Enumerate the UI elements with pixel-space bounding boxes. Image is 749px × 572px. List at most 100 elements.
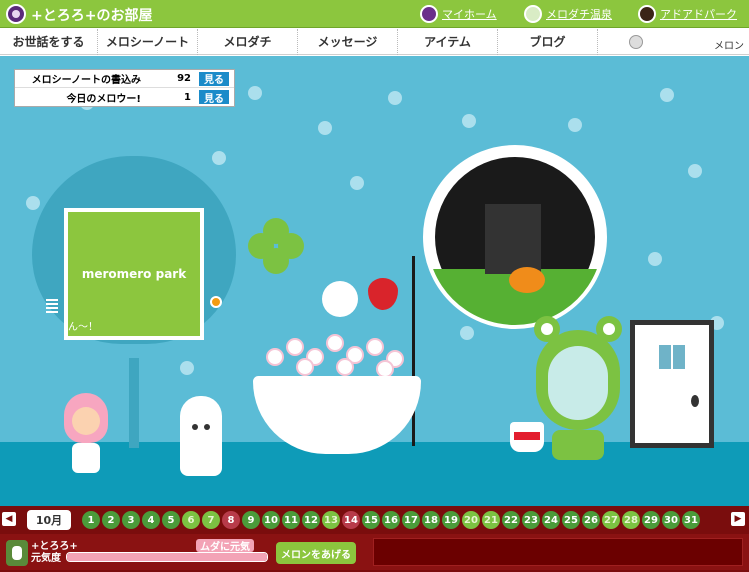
calendar-day[interactable]: 29 (642, 511, 660, 529)
nav-blog[interactable]: ブログ (498, 28, 598, 55)
calendar-day[interactable]: 9 (242, 511, 260, 529)
floor (0, 442, 749, 506)
haunted-house-window[interactable] (423, 145, 607, 329)
calendar-day[interactable]: 26 (582, 511, 600, 529)
tv-note-text: ん〜！ (68, 322, 98, 333)
melon-icon (629, 35, 643, 49)
wall-dot (660, 88, 674, 102)
my-home-link[interactable]: マイホーム (420, 3, 497, 25)
genki-label: 元気度 (31, 553, 61, 564)
wall-dot (180, 361, 194, 375)
nav-melosy-note[interactable]: メロシーノート (98, 28, 198, 55)
calendar-day[interactable]: 18 (422, 511, 440, 529)
room-scene[interactable]: メロシーノートの書込み 92 見る 今日のメロウー! 1 見る meromero… (0, 56, 749, 506)
calendar-day[interactable]: 10 (262, 511, 280, 529)
tv-stand (129, 358, 139, 448)
calendar-day[interactable]: 27 (602, 511, 620, 529)
prev-month-arrow-icon[interactable]: ◀ (2, 512, 16, 526)
strawberry-lamp-icon[interactable] (368, 278, 398, 310)
wall-dot (462, 114, 476, 128)
calendar-day[interactable]: 21 (482, 511, 500, 529)
tv-knob-icon (210, 296, 222, 308)
wall-dot (212, 151, 226, 165)
door-window (659, 345, 687, 369)
calendar-day[interactable]: 31 (682, 511, 700, 529)
ghost-character[interactable] (180, 396, 222, 476)
main-nav: お世話をする メロシーノート メロダチ メッセージ アイテム ブログ メロン (0, 28, 749, 55)
calendar-day[interactable]: 7 (202, 511, 220, 529)
calendar-day[interactable]: 22 (502, 511, 520, 529)
view-note-button[interactable]: 見る (199, 71, 229, 86)
page-title: +とろろ+のお部屋 (31, 8, 153, 24)
onsen-link[interactable]: メロダチ温泉 (524, 3, 612, 25)
haunted-house-icon (485, 204, 541, 274)
flower-icon (296, 358, 314, 376)
pet-character[interactable] (64, 393, 108, 483)
calendar-day[interactable]: 23 (522, 511, 540, 529)
wall-dot (350, 176, 364, 190)
clover-icon (248, 218, 304, 274)
wall-dot (26, 196, 40, 210)
flower-icon (286, 338, 304, 356)
stats-row-today: 今日のメロウー! 1 見る (15, 88, 234, 106)
nav-melodachi[interactable]: メロダチ (198, 28, 298, 55)
flower-icon (336, 358, 354, 376)
mirror-stand (552, 430, 604, 460)
calendar-day[interactable]: 8 (222, 511, 240, 529)
calendar-day[interactable]: 6 (182, 511, 200, 529)
clover-leaf (248, 233, 274, 259)
calendar-day[interactable]: 12 (302, 511, 320, 529)
message-display (373, 538, 743, 566)
bath-flowers (262, 318, 412, 380)
calendar-day[interactable]: 30 (662, 511, 680, 529)
stats-value: 1 (184, 91, 191, 103)
calendar-day[interactable]: 14 (342, 511, 360, 529)
nav-message[interactable]: メッセージ (298, 28, 398, 55)
calendar-day[interactable]: 11 (282, 511, 300, 529)
give-melon-button[interactable]: メロンをあげる (276, 542, 356, 564)
calendar-day[interactable]: 5 (162, 511, 180, 529)
calendar-day[interactable]: 17 (402, 511, 420, 529)
pet-face (72, 407, 100, 435)
snowman-icon[interactable] (322, 281, 358, 317)
lamp-pole (412, 256, 415, 446)
wall-dot (688, 164, 702, 178)
wall-dot (248, 86, 262, 100)
calendar-day[interactable]: 16 (382, 511, 400, 529)
genki-meter-fill (67, 553, 267, 561)
melon-count-label: メロン (714, 41, 744, 52)
calendar-day[interactable]: 3 (122, 511, 140, 529)
stats-label: 今日のメロウー! (66, 93, 141, 105)
calendar-day[interactable]: 1 (82, 511, 100, 529)
stats-row-note: メロシーノートの書込み 92 見る (15, 70, 234, 88)
next-month-arrow-icon[interactable]: ▶ (731, 512, 745, 526)
calendar-day[interactable]: 2 (102, 511, 120, 529)
calendar-day[interactable]: 13 (322, 511, 340, 529)
user-avatar-icon (6, 4, 26, 24)
flower-icon (266, 348, 284, 366)
room-door[interactable] (630, 320, 714, 448)
pet-body (72, 443, 100, 473)
wall-dot (648, 252, 662, 266)
calendar-day[interactable]: 19 (442, 511, 460, 529)
calendar-days: 1 2 3 4 5 6 7 8 9 10 11 12 13 14 15 16 17 18 19 20 21 22 23 24 2… (82, 511, 700, 529)
player-avatar[interactable] (6, 540, 28, 566)
mirror-glass (548, 346, 608, 420)
flower-pot-icon[interactable] (510, 422, 544, 452)
bottom-bar: ◀ 10月 1 2 3 4 5 6 7 8 9 10 11 12 13 14 15 16 17 18 19 20 21 2… (0, 506, 749, 572)
wall-dot (460, 326, 474, 340)
pumpkin-icon (509, 267, 545, 293)
calendar-day[interactable]: 4 (142, 511, 160, 529)
door-knob-icon (691, 395, 699, 407)
calendar-day[interactable]: 15 (362, 511, 380, 529)
frog-mirror[interactable] (530, 316, 626, 464)
nav-item[interactable]: アイテム (398, 28, 498, 55)
calendar-day[interactable]: 20 (462, 511, 480, 529)
calendar-day[interactable]: 24 (542, 511, 560, 529)
view-today-button[interactable]: 見る (199, 90, 229, 105)
current-month: 10月 (27, 510, 71, 530)
nav-care[interactable]: お世話をする (0, 28, 98, 55)
calendar-day[interactable]: 25 (562, 511, 580, 529)
calendar-day[interactable]: 28 (622, 511, 640, 529)
adpark-link[interactable]: アドアドパーク (638, 3, 737, 25)
